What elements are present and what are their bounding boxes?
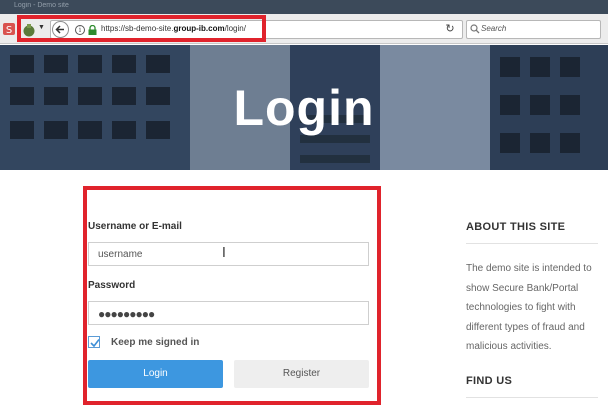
about-text: The demo site is intended to show Secure… xyxy=(466,263,592,352)
svg-text:S: S xyxy=(6,25,12,35)
window xyxy=(300,155,370,163)
divider xyxy=(466,243,598,244)
find-us-heading: FIND US xyxy=(466,375,513,387)
hero-banner: Login xyxy=(0,45,608,170)
divider xyxy=(466,397,598,398)
window xyxy=(78,55,102,73)
reload-icon[interactable]: ↻ xyxy=(444,23,456,35)
search-placeholder[interactable]: Search xyxy=(481,24,506,33)
window xyxy=(44,55,68,73)
window xyxy=(560,57,580,77)
about-heading: ABOUT THIS SITE xyxy=(466,221,566,233)
page-title: Login xyxy=(233,80,375,136)
browser-tab-strip: Login - Demo site xyxy=(0,0,608,14)
window xyxy=(10,55,34,73)
search-icon xyxy=(470,24,480,34)
window xyxy=(112,55,136,73)
form-highlight-box xyxy=(83,186,381,405)
window xyxy=(146,55,170,73)
tab-title[interactable]: Login - Demo site xyxy=(14,2,69,9)
window xyxy=(500,57,520,77)
window xyxy=(530,57,550,77)
app-menu-icon[interactable]: S xyxy=(3,23,15,35)
url-highlight-box xyxy=(17,15,266,42)
